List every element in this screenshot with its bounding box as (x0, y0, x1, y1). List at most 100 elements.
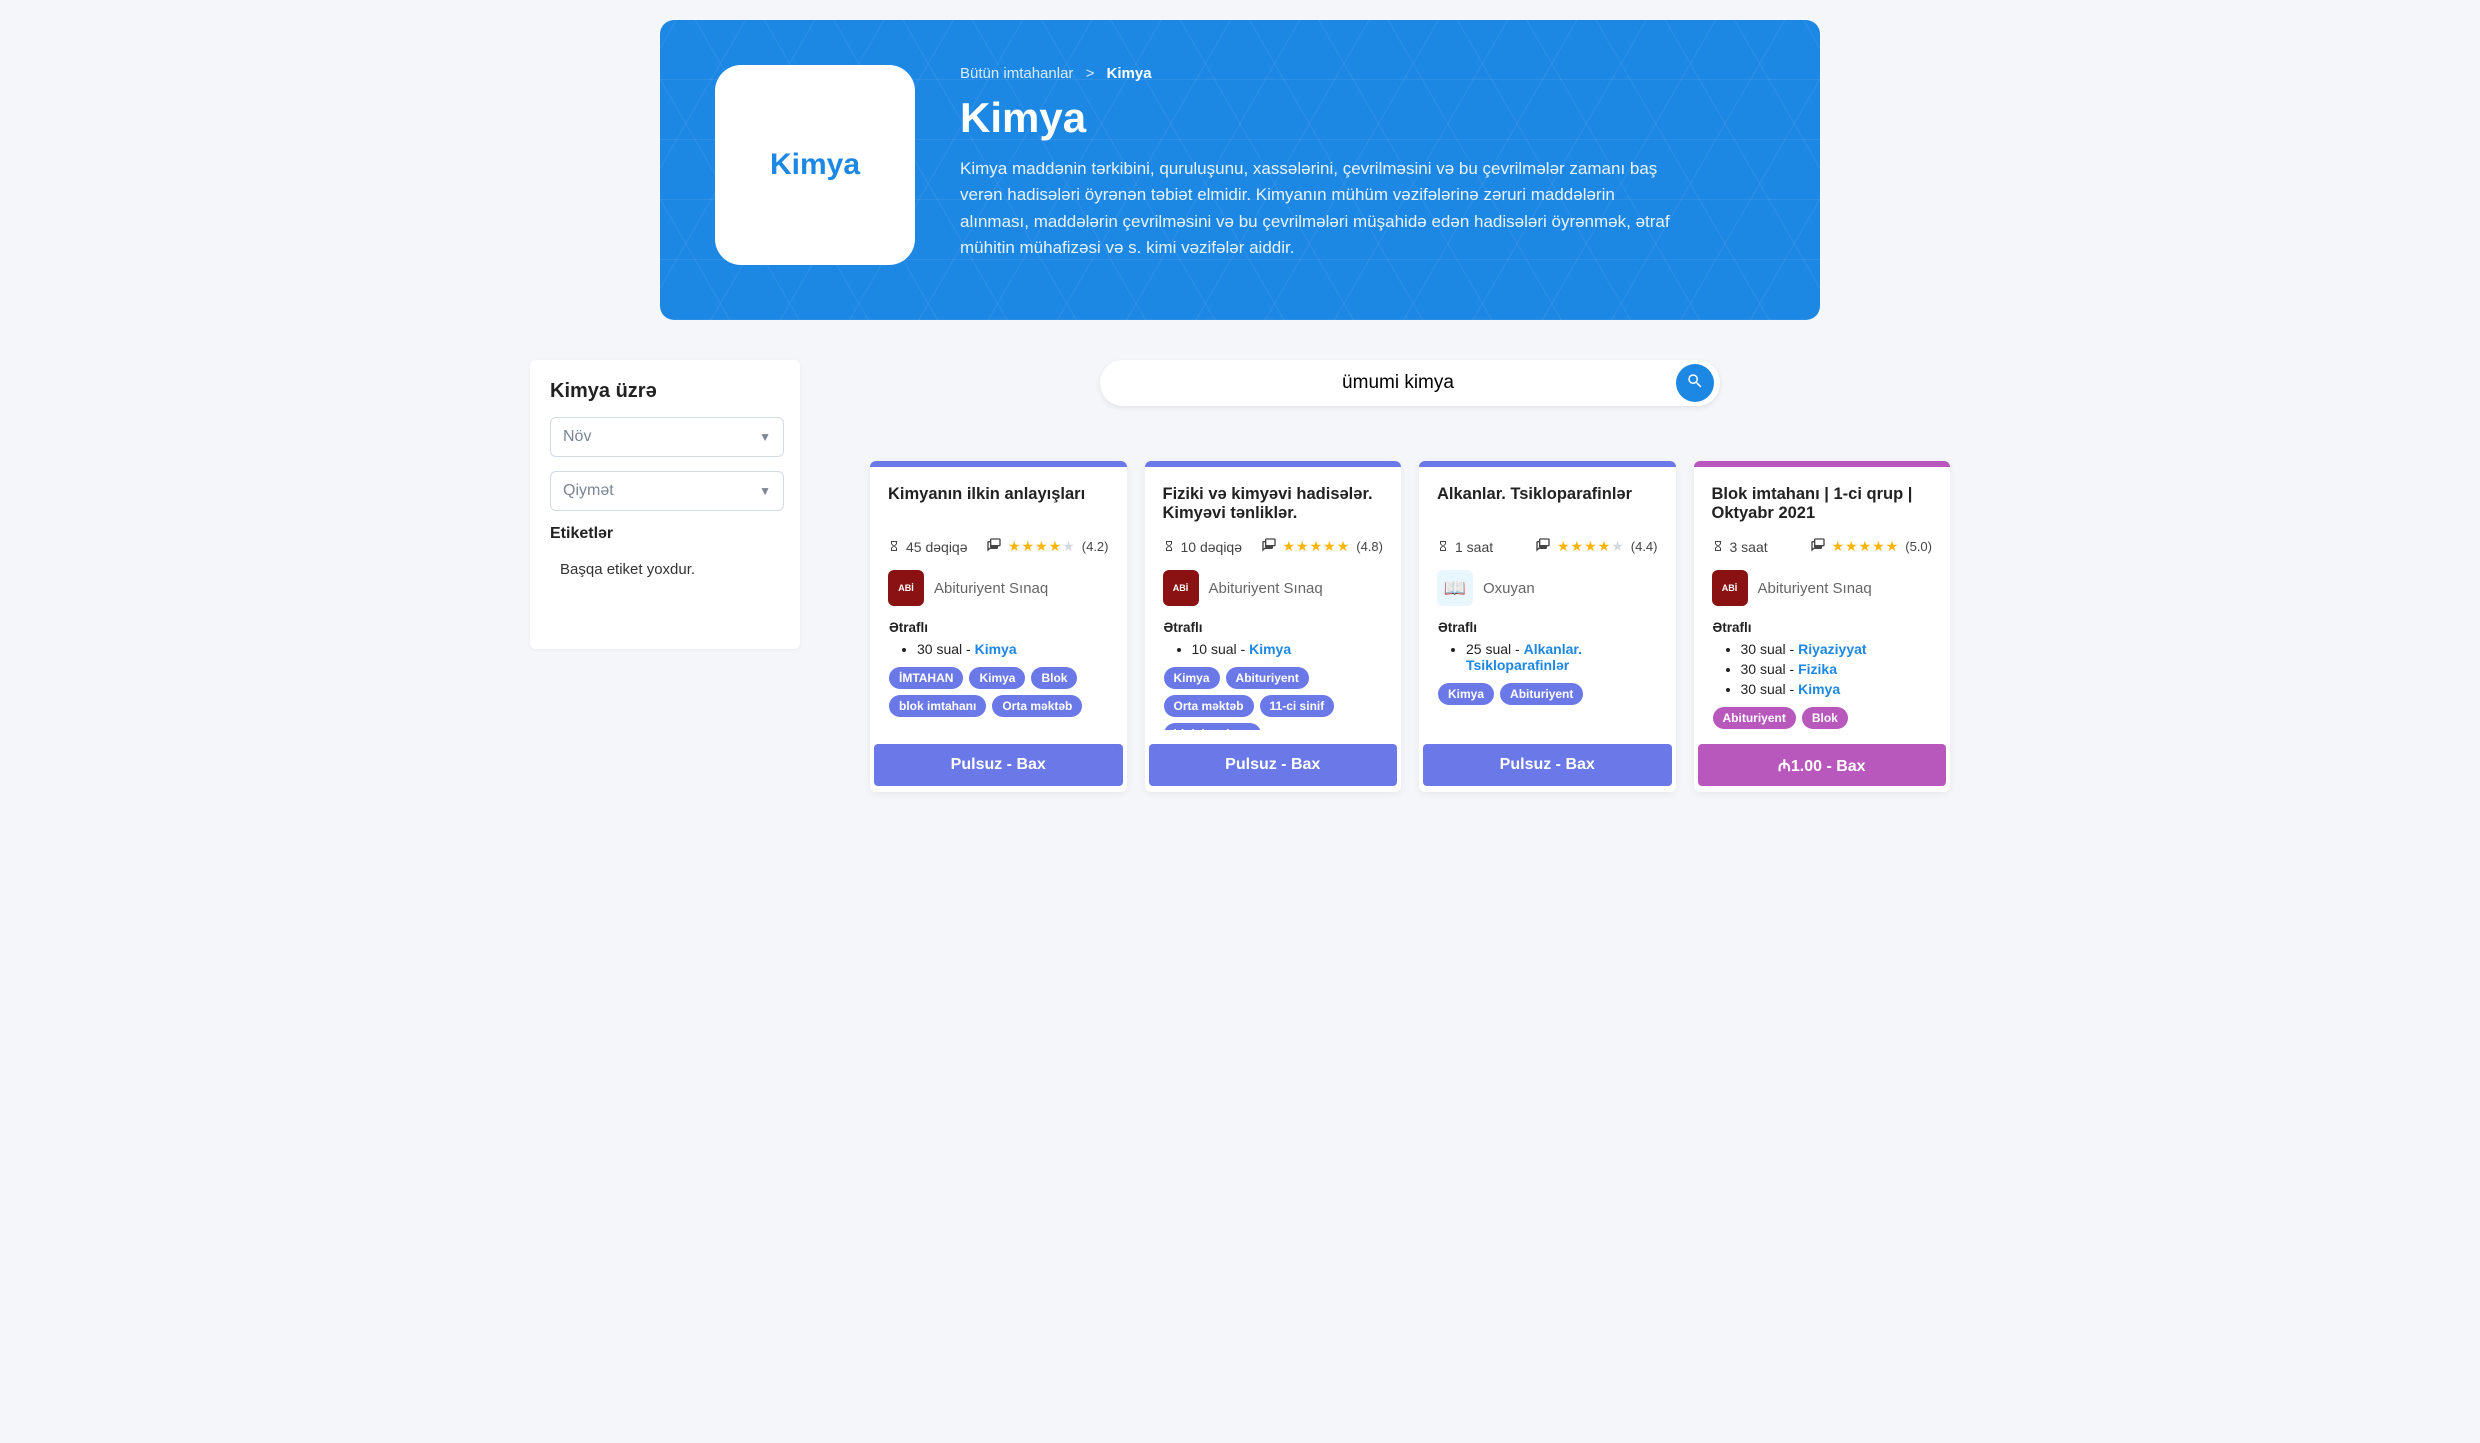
detail-count: 30 sual - (1741, 681, 1799, 697)
star-icon: ★★★★★ (1832, 538, 1900, 555)
detail-label: Ətraflı (889, 620, 1113, 635)
hourglass-icon (1437, 539, 1449, 555)
hourglass-icon (1163, 539, 1175, 555)
detail-item: 10 sual - Kimya (1192, 641, 1388, 657)
tag-chip[interactable]: Abituriyent (1500, 683, 1583, 705)
card-title[interactable]: Alkanlar. Tsikloparafinlər (1437, 485, 1658, 529)
card-rating: (4.4) (1631, 539, 1658, 554)
detail-item: 30 sual - Kimya (1741, 681, 1937, 697)
card-rating: (4.8) (1356, 539, 1383, 554)
detail-count: 25 sual - (1466, 641, 1524, 657)
detail-count: 10 sual - (1192, 641, 1250, 657)
subject-tile-label: Kimya (770, 148, 860, 182)
filter-type-select[interactable]: Növ ▼ (550, 417, 784, 457)
author-avatar: ABİ (1163, 570, 1199, 606)
tags-box[interactable]: Başqa etiket yoxdur. (550, 553, 784, 623)
tag-chip[interactable]: Kimya (1164, 667, 1220, 689)
page-title: Kimya (960, 94, 1680, 142)
view-button[interactable]: Pulsuz - Bax (874, 744, 1123, 786)
detail-count: 30 sual - (917, 641, 975, 657)
detail-subject-link[interactable]: Fizika (1798, 661, 1837, 677)
tag-list: Kimya Abituriyent (1438, 683, 1662, 705)
detail-subject-link[interactable]: Riyaziyyat (1798, 641, 1866, 657)
comments-icon (1810, 537, 1826, 556)
card-scroll-area[interactable]: Ətraflı 25 sual - Alkanlar. Tsikloparafin… (1437, 620, 1666, 730)
tags-title: Etiketlər (550, 525, 784, 543)
tag-chip[interactable]: Kimya (1438, 683, 1494, 705)
comments-icon (1535, 537, 1551, 556)
card-scroll-area[interactable]: Ətraflı30 sual - Riyaziyyat30 sual - Fiz… (1712, 620, 1941, 730)
star-icon: ★★★★★ (1557, 538, 1625, 555)
breadcrumb-root-link[interactable]: Bütün imtahanlar (960, 65, 1073, 82)
search-bar (1100, 360, 1720, 406)
no-tags-text: Başqa etiket yoxdur. (560, 561, 695, 578)
card-scroll-area[interactable]: Ətraflı 30 sual - Kimya İMTAHAN Kimya Blok bl… (888, 620, 1117, 730)
author-avatar: ABİ (888, 570, 924, 606)
card-author[interactable]: Abituriyent Sınaq (1209, 580, 1323, 597)
chevron-down-icon: ▼ (759, 484, 771, 498)
exam-card: Alkanlar. Tsikloparafinlər 1 saat ★★★★★ (4.… (1419, 461, 1676, 792)
card-author[interactable]: Abituriyent Sınaq (934, 580, 1048, 597)
exam-card: Fiziki və kimyəvi hadisələr. Kimyəvi tən… (1145, 461, 1402, 792)
detail-subject-link[interactable]: Kimya (1249, 641, 1291, 657)
detail-item: 30 sual - Fizika (1741, 661, 1937, 677)
tag-chip[interactable]: 11-ci sinif (1260, 695, 1335, 717)
star-icon: ★★★★★ (1008, 538, 1076, 555)
filter-type-label: Növ (563, 428, 591, 446)
card-scroll-area[interactable]: Ətraflı10 sual - KimyaKimyaAbituriyentOr… (1163, 620, 1392, 730)
tag-chip[interactable]: Abituriyent (1226, 667, 1309, 689)
filter-price-select[interactable]: Qiymət ▼ (550, 471, 784, 511)
detail-label: Ətraflı (1164, 620, 1388, 635)
card-title[interactable]: Fiziki və kimyəvi hadisələr. Kimyəvi tən… (1163, 485, 1384, 529)
detail-label: Ətraflı (1438, 620, 1662, 635)
subject-tile: Kimya (715, 65, 915, 265)
card-author[interactable]: Abituriyent Sınaq (1758, 580, 1872, 597)
exam-card: Blok imtahanı | 1-ci qrup | Oktyabr 2021… (1694, 461, 1951, 792)
star-icon: ★★★★★ (1283, 538, 1351, 555)
tag-chip[interactable]: Abituriyent (1713, 707, 1796, 729)
tag-chip[interactable]: Orta məktəb (992, 695, 1082, 717)
filters-sidebar: Kimya üzrə Növ ▼ Qiymət ▼ Etiketlər Başq… (530, 360, 800, 649)
tag-chip[interactable]: blok imtahanı (1164, 723, 1261, 730)
card-author[interactable]: Oxuyan (1483, 580, 1535, 597)
comments-icon (986, 537, 1002, 556)
tag-chip[interactable]: blok imtahanı (889, 695, 986, 717)
tag-chip[interactable]: Orta məktəb (1164, 695, 1254, 717)
tag-chip[interactable]: Blok (1802, 707, 1848, 729)
author-avatar: 📖 (1437, 570, 1473, 606)
detail-subject-link[interactable]: Kimya (1798, 681, 1840, 697)
view-button[interactable]: Pulsuz - Bax (1149, 744, 1398, 786)
exam-cards-grid: Kimyanın ilkin anlayışları45 dəqiqə★★★★★… (870, 461, 1950, 792)
author-avatar: ABİ (1712, 570, 1748, 606)
view-button[interactable]: Pulsuz - Bax (1423, 744, 1672, 786)
detail-count: 30 sual - (1741, 641, 1799, 657)
search-button[interactable] (1676, 364, 1714, 402)
tag-list: AbituriyentBlokblok imtahanıDİMsınaqSına… (1713, 707, 1937, 730)
card-duration: 3 saat (1730, 539, 1768, 555)
card-duration: 10 dəqiqə (1181, 539, 1243, 555)
hero-banner: Kimya Bütün imtahanlar > Kimya Kimya Kim… (660, 20, 1820, 320)
card-duration: 1 saat (1455, 539, 1493, 555)
detail-subject-link[interactable]: Kimya (975, 641, 1017, 657)
detail-item: 30 sual - Riyaziyyat (1741, 641, 1937, 657)
filter-price-label: Qiymət (563, 482, 614, 500)
breadcrumb-current: Kimya (1107, 65, 1152, 82)
tag-chip[interactable]: Blok (1031, 667, 1077, 689)
page-description: Kimya maddənin tərkibini, quruluşunu, xa… (960, 156, 1680, 261)
search-icon (1686, 372, 1704, 395)
view-button[interactable]: ₼1.00 - Bax (1698, 744, 1947, 786)
card-rating: (5.0) (1905, 539, 1932, 554)
exam-card: Kimyanın ilkin anlayışları45 dəqiqə★★★★★… (870, 461, 1127, 792)
card-title[interactable]: Blok imtahanı | 1-ci qrup | Oktyabr 2021 (1712, 485, 1933, 529)
hourglass-icon (1712, 539, 1724, 555)
breadcrumb-separator: > (1086, 65, 1095, 82)
chevron-down-icon: ▼ (759, 430, 771, 444)
hourglass-icon (888, 539, 900, 555)
comments-icon (1261, 537, 1277, 556)
detail-item: 25 sual - Alkanlar. Tsikloparafinlər (1466, 641, 1662, 673)
search-input[interactable] (1120, 372, 1676, 394)
card-title[interactable]: Kimyanın ilkin anlayışları (888, 485, 1109, 529)
tag-list: Kimya Abituriyent Orta məktəb 11-ci sinif bl… (1164, 667, 1388, 730)
tag-chip[interactable]: Kimya (969, 667, 1025, 689)
tag-chip[interactable]: İMTAHAN (889, 667, 963, 689)
